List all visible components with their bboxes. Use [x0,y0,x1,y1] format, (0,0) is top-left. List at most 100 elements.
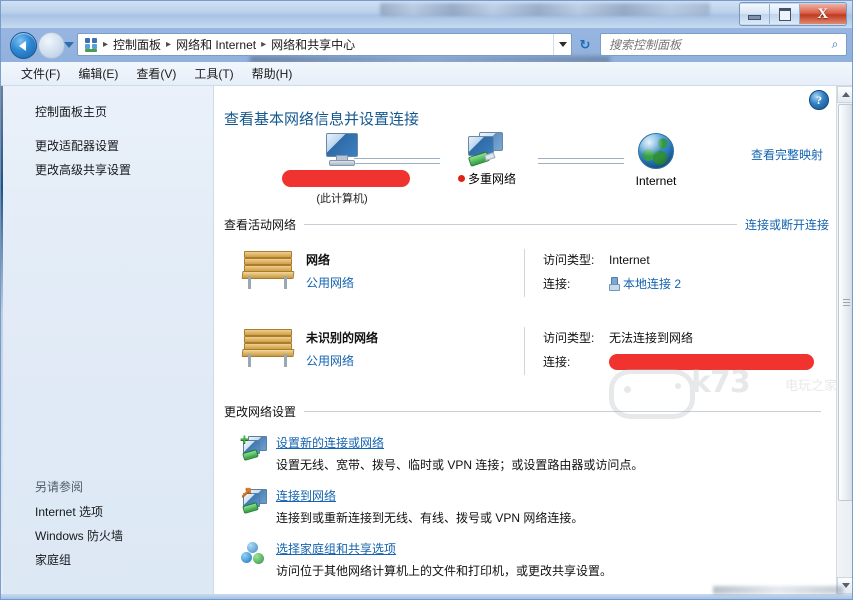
search-box[interactable]: ⌕ [600,33,847,56]
network-identity[interactable]: 网络 公用网络 [224,247,524,299]
homegroup-sharing-icon [240,540,268,566]
sidebar-item-change-adapter-settings[interactable]: 更改适配器设置 [0,134,213,158]
address-bar[interactable]: ▸ 控制面板 ▸ 网络和 Internet ▸ 网络和共享中心 [77,33,572,56]
maximize-icon [778,7,791,21]
access-type-label: 访问类型: [543,331,595,345]
back-button[interactable] [10,32,37,59]
network-map: (此计算机) 多重网络 Internet 查看完整映射 [214,128,853,218]
sidebar-item-control-panel-home[interactable]: 控制面板主页 [0,100,213,124]
task-text-block: 连接到网络 连接到或重新连接到无线、有线、拨号或 VPN 网络连接。 [276,487,583,526]
row-divider [524,327,525,375]
scrollbar-grip-icon [843,299,850,306]
multiple-networks-icon [463,132,511,168]
globe-icon [638,133,674,169]
active-networks-heading-row: 查看活动网络 连接或断开连接 [224,216,829,233]
minimize-button[interactable] [740,4,770,24]
sidebar: 控制面板主页 更改适配器设置 更改高级共享设置 另请参阅 Internet 选项… [0,86,214,594]
connect-disconnect-link[interactable]: 连接或断开连接 [745,216,829,233]
network-identity[interactable]: 未识别的网络 公用网络 [224,325,524,377]
connect-to-network-icon: ↗ [240,485,268,514]
breadcrumb-network-internet[interactable]: 网络和 Internet [173,36,259,53]
breadcrumb-network-sharing-center[interactable]: 网络和共享中心 [268,36,358,53]
refresh-button[interactable]: ↻ [574,34,596,55]
map-node-computer[interactable]: (此计算机) [282,132,410,206]
task-text-block: 设置新的连接或网络 设置无线、宽带、拨号、临时或 VPN 连接；或设置路由器或访… [276,434,643,473]
active-networks-section: 查看活动网络 连接或断开连接 网络 公用网络 访问类型: Internet 连接… [224,216,829,377]
scroll-up-button[interactable] [837,86,853,103]
network-type-link[interactable]: 公用网络 [306,274,354,291]
change-settings-section: 更改网络设置 + 设置新的连接或网络 设置无线、宽带、拨号、临时或 VPN 连接… [224,403,829,579]
access-type-value: Internet [609,252,650,267]
setup-new-connection-link[interactable]: 设置新的连接或网络 [276,434,643,451]
homegroup-sharing-link[interactable]: 选择家庭组和共享选项 [276,540,612,557]
sidebar-item-homegroup[interactable]: 家庭组 [0,548,213,572]
view-full-map-link[interactable]: 查看完整映射 [751,146,823,163]
main-pane: ? 查看基本网络信息并设置连接 (此计算机) 多重网络 Internet 查看完… [214,86,853,594]
map-node-internet[interactable]: Internet [614,133,698,188]
map-link-computer-to-multinet [354,158,440,164]
map-node-multiple-networks[interactable]: 多重网络 [442,132,532,187]
sidebar-item-change-advanced-sharing-settings[interactable]: 更改高级共享设置 [0,158,213,182]
network-details: 访问类型: 无法连接到网络 连接: [543,325,814,377]
access-type-value: 无法连接到网络 [609,331,694,345]
menu-item-help[interactable]: 帮助(H) [243,63,302,84]
network-name: 网络 [306,253,331,267]
address-bar-row: ▸ 控制面板 ▸ 网络和 Internet ▸ 网络和共享中心 ↻ ⌕ [0,28,853,63]
network-type-link[interactable]: 公用网络 [306,352,378,369]
search-icon[interactable]: ⌕ [824,34,846,55]
connection-label: 连接: [543,277,571,291]
network-name-block: 未识别的网络 公用网络 [306,325,378,369]
access-type-label: 访问类型: [543,253,595,267]
active-networks-heading: 查看活动网络 [224,218,297,232]
active-network-row: 未识别的网络 公用网络 访问类型: 无法连接到网络 连接: [224,325,829,377]
connection-value-redacted [609,353,814,370]
recent-pages-dropdown-icon[interactable] [64,42,74,48]
window-frame: X ▸ 控制面板 ▸ 网络和 Internet ▸ 网络和共享中心 ↻ ⌕ 文件… [0,0,853,600]
menu-item-view[interactable]: 查看(V) [127,63,185,84]
maximize-button[interactable] [770,4,800,24]
connection-row: 连接: [543,353,814,370]
heading-rule [304,411,821,412]
menu-item-edit[interactable]: 编辑(E) [69,63,127,84]
sidebar-item-windows-firewall[interactable]: Windows 防火墙 [0,524,213,548]
status-dot-red [457,175,465,182]
task-homegroup-sharing[interactable]: 选择家庭组和共享选项 访问位于其他网络计算机上的文件和打印机，或更改共享设置。 [224,540,829,579]
sidebar-item-internet-options[interactable]: Internet 选项 [0,500,213,524]
access-type-row: 访问类型: Internet [543,251,681,268]
see-also-heading: 另请参阅 [35,480,84,494]
vertical-scrollbar[interactable] [836,86,853,594]
breadcrumb-control-panel[interactable]: 控制面板 [110,36,164,53]
scrollbar-thumb[interactable] [838,104,853,501]
connection-value-link[interactable]: 本地连接 2 [623,275,681,292]
menu-item-tools[interactable]: 工具(T) [185,63,242,84]
help-icon[interactable]: ? [809,90,829,110]
breadcrumb-separator: ▸ [166,39,172,50]
setup-new-connection-icon: + [240,432,268,461]
status-bar [0,594,853,600]
address-dropdown-icon[interactable] [553,34,571,55]
connect-to-network-link[interactable]: 连接到网络 [276,487,583,504]
breadcrumb-separator: ▸ [261,39,267,50]
row-divider [524,249,525,297]
connect-to-network-desc: 连接到或重新连接到无线、有线、拨号或 VPN 网络连接。 [276,511,584,525]
control-panel-icon [83,37,99,53]
menu-bar: 文件(F) 编辑(E) 查看(V) 工具(T) 帮助(H) [0,62,853,86]
close-button[interactable]: X [800,4,846,24]
task-setup-new-connection[interactable]: + 设置新的连接或网络 设置无线、宽带、拨号、临时或 VPN 连接；或设置路由器… [224,432,829,473]
task-connect-to-network[interactable]: ↗ 连接到网络 连接到或重新连接到无线、有线、拨号或 VPN 网络连接。 [224,485,829,526]
multiple-networks-label: 多重网络 [442,170,532,187]
forward-button[interactable] [38,32,65,59]
menu-item-file[interactable]: 文件(F) [12,63,69,84]
computer-this-pc-label: (此计算机) [316,193,368,205]
internet-label: Internet [635,174,677,188]
search-input[interactable] [607,34,824,55]
change-settings-heading-row: 更改网络设置 [224,403,829,420]
network-name: 未识别的网络 [306,331,379,345]
page-title: 查看基本网络信息并设置连接 [224,111,420,128]
network-details: 访问类型: Internet 连接: 本地连接 2 [543,247,681,299]
network-name-block: 网络 公用网络 [306,247,354,291]
setup-new-connection-desc: 设置无线、宽带、拨号、临时或 VPN 连接；或设置路由器或访问点。 [276,458,644,472]
computer-name-redacted [282,170,410,190]
watermark-k73-sub: 电玩之家 [785,378,838,393]
